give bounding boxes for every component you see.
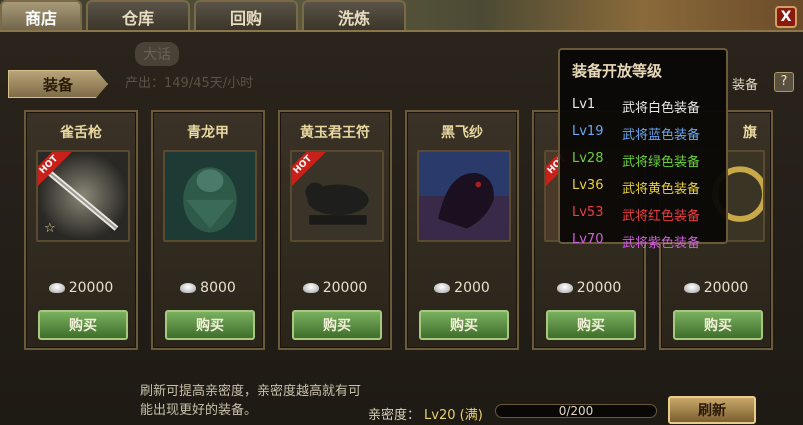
star-icon: ☆ bbox=[44, 221, 56, 236]
tab-warehouse[interactable]: 仓库 bbox=[86, 0, 190, 32]
intimacy-display: 亲密度： Lv20 (满) bbox=[368, 404, 483, 423]
silver-ingot-icon bbox=[556, 283, 573, 293]
silver-ingot-icon bbox=[180, 283, 197, 293]
item-image[interactable]: HOT ☆ bbox=[36, 150, 130, 242]
horse-image bbox=[419, 152, 509, 240]
item-price: 8000 bbox=[153, 280, 263, 296]
item-price: 20000 bbox=[280, 280, 390, 296]
buy-button[interactable]: 购买 bbox=[419, 310, 509, 340]
buy-button[interactable]: 购买 bbox=[165, 310, 255, 340]
silver-ingot-icon bbox=[302, 283, 319, 293]
intimacy-progress-bar: 0/200 bbox=[495, 404, 657, 418]
tooltip-equipment-tier: 武将红色装备 bbox=[622, 209, 701, 224]
faded-info: 大话 产出：149/45天/小时 bbox=[125, 42, 253, 91]
refresh-note: 刷新可提高亲密度，亲密度越高就有可能出现更好的装备。 bbox=[140, 384, 362, 418]
progress-text: 0/200 bbox=[558, 404, 594, 418]
item-image[interactable]: HOT bbox=[290, 150, 384, 242]
price-value: 20000 bbox=[703, 280, 749, 296]
tab-bar: 商店 仓库 回购 洗炼 bbox=[0, 0, 410, 34]
item-name: 黄玉君王符 bbox=[300, 125, 370, 141]
tooltip-row: Lv19 武将蓝色装备 bbox=[572, 124, 714, 143]
tooltip-level: Lv53 bbox=[572, 205, 604, 220]
tooltip-level: Lv36 bbox=[572, 178, 604, 193]
tooltip-row: Lv70 武将紫色装备 bbox=[572, 232, 714, 251]
tooltip-row: Lv36 武将黄色装备 bbox=[572, 178, 714, 197]
tooltip-row: Lv1 武将白色装备 bbox=[572, 97, 714, 116]
faded-badge: 大话 bbox=[135, 42, 179, 66]
item-name: 雀舌枪 bbox=[60, 125, 102, 141]
price-value: 20000 bbox=[68, 280, 114, 296]
tooltip-level: Lv28 bbox=[572, 151, 604, 166]
tooltip-level: Lv1 bbox=[572, 97, 596, 112]
item-image[interactable] bbox=[417, 150, 511, 242]
price-value: 8000 bbox=[200, 280, 236, 296]
tooltip-equipment-tier: 武将黄色装备 bbox=[622, 182, 701, 197]
equipment-label: 装备 bbox=[732, 78, 759, 93]
intimacy-level: Lv20 (满) bbox=[424, 408, 483, 423]
buy-button[interactable]: 购买 bbox=[38, 310, 128, 340]
tooltip-row: Lv53 武将红色装备 bbox=[572, 205, 714, 224]
silver-ingot-icon bbox=[683, 283, 700, 293]
item-price: 20000 bbox=[26, 280, 136, 296]
item-card: 青龙甲 8000 购买 bbox=[151, 110, 265, 350]
price-value: 20000 bbox=[322, 280, 368, 296]
buy-button[interactable]: 购买 bbox=[673, 310, 763, 340]
item-name: 青龙甲 bbox=[187, 125, 229, 141]
tab-buyback[interactable]: 回购 bbox=[194, 0, 298, 32]
item-card: 黑飞纱 2000 购买 bbox=[405, 110, 519, 350]
item-card: 黄玉君王符 HOT 20000 购买 bbox=[278, 110, 392, 350]
tooltip-rows: Lv1 武将白色装备 Lv19 武将蓝色装备 Lv28 武将绿色装备 Lv36 武将黄色装备 L… bbox=[572, 97, 714, 251]
tooltip-level: Lv19 bbox=[572, 124, 604, 139]
faded-line: 产出：149/45天/小时 bbox=[125, 76, 254, 91]
equipment-level-tooltip: 装备开放等级 Lv1 武将白色装备 Lv19 武将蓝色装备 Lv28 武将绿色装备 Lv36… bbox=[558, 48, 728, 251]
buy-button[interactable]: 购买 bbox=[546, 310, 636, 340]
tooltip-equipment-tier: 武将蓝色装备 bbox=[622, 128, 701, 143]
item-image[interactable] bbox=[163, 150, 257, 242]
intimacy-label: 亲密度： bbox=[368, 408, 421, 423]
category-tab-equipment[interactable]: 装备 bbox=[8, 70, 108, 98]
tooltip-equipment-tier: 武将白色装备 bbox=[622, 101, 701, 116]
silver-ingot-icon bbox=[48, 283, 65, 293]
price-value: 2000 bbox=[454, 280, 490, 296]
item-name: 黑飞纱 bbox=[441, 125, 483, 141]
tooltip-equipment-tier: 武将紫色装备 bbox=[622, 236, 701, 251]
tooltip-row: Lv28 武将绿色装备 bbox=[572, 151, 714, 170]
buy-button[interactable]: 购买 bbox=[292, 310, 382, 340]
tab-shop[interactable]: 商店 bbox=[0, 0, 82, 32]
help-button[interactable]: ? bbox=[774, 72, 794, 92]
silver-ingot-icon bbox=[434, 283, 451, 293]
item-price: 20000 bbox=[534, 280, 644, 296]
price-value: 20000 bbox=[576, 280, 622, 296]
armor-image bbox=[165, 152, 255, 240]
tooltip-equipment-tier: 武将绿色装备 bbox=[622, 155, 701, 170]
refresh-button[interactable]: 刷新 bbox=[668, 396, 756, 424]
item-price: 2000 bbox=[407, 280, 517, 296]
tooltip-title: 装备开放等级 bbox=[572, 62, 663, 80]
close-button[interactable]: X bbox=[775, 6, 797, 28]
tooltip-level: Lv70 bbox=[572, 232, 604, 247]
item-card: 雀舌枪 HOT ☆ 20000 购买 bbox=[24, 110, 138, 350]
item-price: 20000 bbox=[661, 280, 771, 296]
tab-refine[interactable]: 洗炼 bbox=[302, 0, 406, 32]
